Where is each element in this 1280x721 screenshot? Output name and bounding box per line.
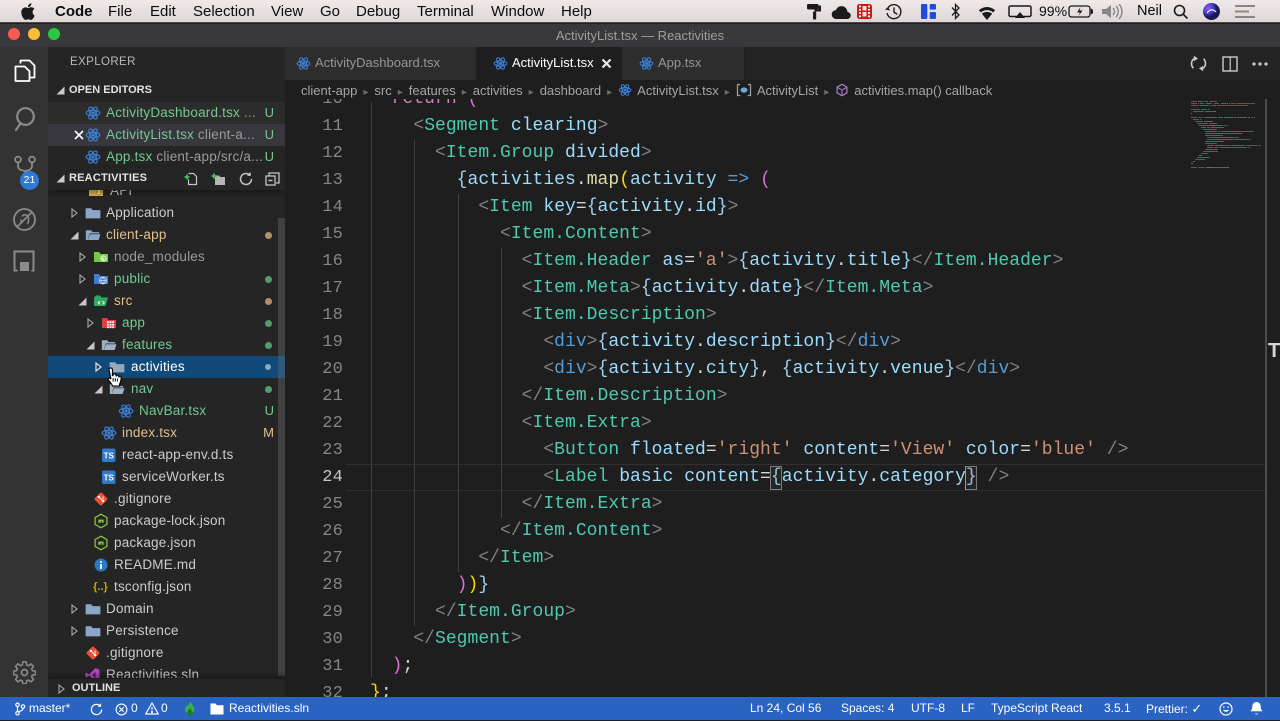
svg-text:TS: TS — [104, 474, 115, 483]
svg-text:TS: TS — [104, 452, 115, 461]
